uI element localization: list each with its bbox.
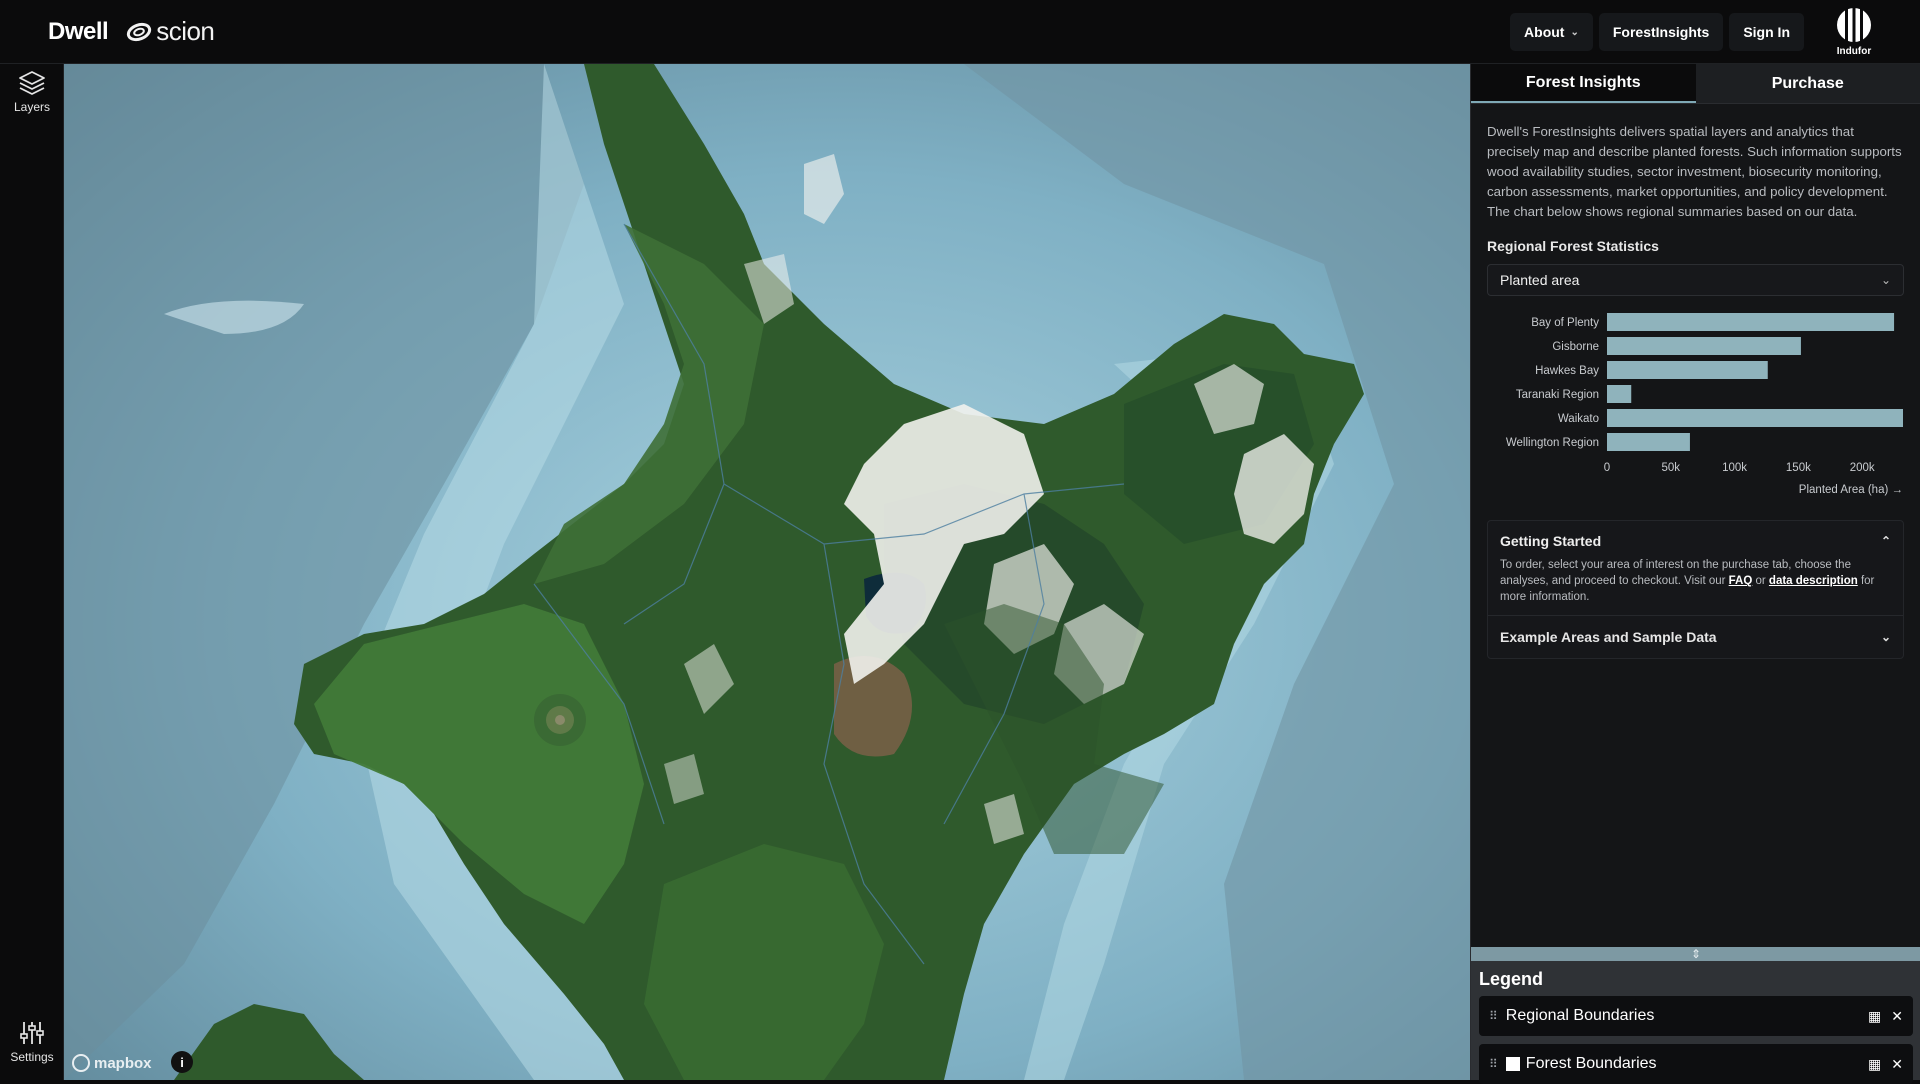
mapbox-wordmark: mapbox (94, 1055, 152, 1072)
chevron-down-icon: ⌄ (1570, 27, 1578, 38)
getting-started-title: Getting Started (1500, 533, 1601, 549)
map-canvas[interactable]: mapbox i (64, 64, 1470, 1080)
example-areas-header[interactable]: Example Areas and Sample Data ⌄ (1488, 616, 1903, 658)
tick-label: 200k (1850, 462, 1875, 474)
info-icon[interactable]: i (171, 1051, 193, 1073)
chevron-down-icon: ⌄ (1881, 630, 1891, 644)
legend-panel: Legend ⠿ Regional Boundaries ▦ ✕ ⠿ Fores… (1471, 961, 1920, 1080)
category-label: Hawkes Bay (1535, 365, 1599, 377)
mapbox-logo[interactable]: mapbox (72, 1054, 152, 1072)
getting-started-body: To order, select your area of interest o… (1488, 549, 1903, 615)
legend-item-label: Forest Boundaries (1526, 1055, 1657, 1073)
panel-tabs: Forest Insights Purchase (1471, 64, 1920, 104)
intro-text: Dwell's ForestInsights delivers spatial … (1471, 104, 1920, 222)
left-rail: Layers Settings (0, 64, 64, 1080)
bar[interactable] (1607, 361, 1768, 379)
top-nav: About ⌄ ForestInsights Sign In (1510, 13, 1804, 51)
info-accordion: Getting Started ⌃ To order, select your … (1487, 520, 1904, 659)
indufor-label: Indufor (1837, 46, 1871, 57)
layers-icon (18, 70, 46, 96)
nav-sign-in-label: Sign In (1743, 24, 1790, 40)
bar[interactable] (1607, 433, 1690, 451)
mapbox-circle-icon (72, 1054, 90, 1072)
legend-title: Legend (1479, 969, 1913, 990)
close-icon[interactable]: ✕ (1891, 1008, 1903, 1025)
metric-select-value: Planted area (1500, 272, 1579, 288)
chevron-up-icon: ⌃ (1881, 534, 1891, 548)
indufor-logo[interactable]: Indufor (1824, 6, 1884, 60)
settings-button[interactable]: Settings (0, 1020, 64, 1064)
chevron-down-icon: ⌄ (1881, 273, 1891, 287)
legend-swatch (1506, 1057, 1520, 1071)
scion-swirl-icon (126, 21, 152, 43)
metric-select[interactable]: Planted area ⌄ (1487, 264, 1904, 296)
sliders-icon (19, 1020, 45, 1046)
getting-started-text-2: or (1752, 575, 1769, 587)
stats-title: Regional Forest Statistics (1471, 222, 1920, 254)
tick-label: 50k (1662, 462, 1681, 474)
resize-grip-icon: ⇕ (1691, 947, 1701, 961)
legend-item-forest-boundaries[interactable]: ⠿ Forest Boundaries ▦ ✕ (1479, 1044, 1913, 1084)
data-description-link[interactable]: data description (1769, 575, 1858, 587)
forest-stats-chart: Bay of Plenty Gisborne Hawkes Bay Taranaki … (1487, 306, 1904, 506)
scion-wordmark: scion (156, 16, 214, 47)
getting-started-header[interactable]: Getting Started ⌃ (1488, 521, 1903, 549)
category-label: Bay of Plenty (1531, 317, 1599, 329)
close-icon[interactable]: ✕ (1891, 1056, 1903, 1073)
x-axis-label: Planted Area (ha) → (1799, 484, 1903, 496)
bar[interactable] (1607, 337, 1801, 355)
bar[interactable] (1607, 385, 1631, 403)
tab-purchase[interactable]: Purchase (1696, 64, 1920, 103)
indufor-mark-icon (1835, 6, 1873, 44)
category-label: Gisborne (1552, 341, 1599, 353)
nav-forestinsights[interactable]: ForestInsights (1599, 13, 1723, 51)
dwell-logo[interactable]: Dwell (48, 18, 108, 46)
top-bar: Dwell scion About ⌄ ForestInsights Sign … (0, 0, 1920, 64)
legend-resize-handle[interactable]: ⇕ (1471, 947, 1920, 961)
side-panel: Forest Insights Purchase Dwell's ForestI… (1470, 64, 1920, 1080)
tick-label: 150k (1786, 462, 1811, 474)
nav-sign-in[interactable]: Sign In (1729, 13, 1804, 51)
legend-item-label: Regional Boundaries (1506, 1007, 1655, 1025)
tick-label: 0 (1604, 462, 1610, 474)
bar[interactable] (1607, 409, 1903, 427)
map-icon[interactable]: ▦ (1868, 1056, 1881, 1073)
category-label: Wellington Region (1506, 437, 1599, 449)
bar-chart: Bay of Plenty Gisborne Hawkes Bay Taranaki … (1487, 306, 1905, 506)
satellite-map (64, 64, 1470, 1080)
nav-about[interactable]: About ⌄ (1510, 13, 1593, 51)
example-areas-title: Example Areas and Sample Data (1500, 629, 1717, 645)
drag-handle-icon[interactable]: ⠿ (1489, 1057, 1498, 1071)
category-label: Taranaki Region (1516, 389, 1599, 401)
scion-logo: scion (126, 16, 214, 47)
nav-forestinsights-label: ForestInsights (1613, 24, 1709, 40)
brand-logos: Dwell scion (48, 16, 214, 47)
drag-handle-icon[interactable]: ⠿ (1489, 1009, 1498, 1023)
legend-item-regional-boundaries[interactable]: ⠿ Regional Boundaries ▦ ✕ (1479, 996, 1913, 1036)
faq-link[interactable]: FAQ (1729, 575, 1753, 587)
category-label: Waikato (1558, 413, 1599, 425)
layers-label: Layers (14, 100, 50, 114)
map-icon[interactable]: ▦ (1868, 1008, 1881, 1025)
settings-label: Settings (10, 1050, 53, 1064)
layers-button[interactable]: Layers (0, 70, 64, 114)
tab-forest-insights[interactable]: Forest Insights (1471, 64, 1696, 103)
nav-about-label: About (1524, 24, 1564, 40)
tick-label: 100k (1722, 462, 1747, 474)
bar[interactable] (1607, 313, 1894, 331)
